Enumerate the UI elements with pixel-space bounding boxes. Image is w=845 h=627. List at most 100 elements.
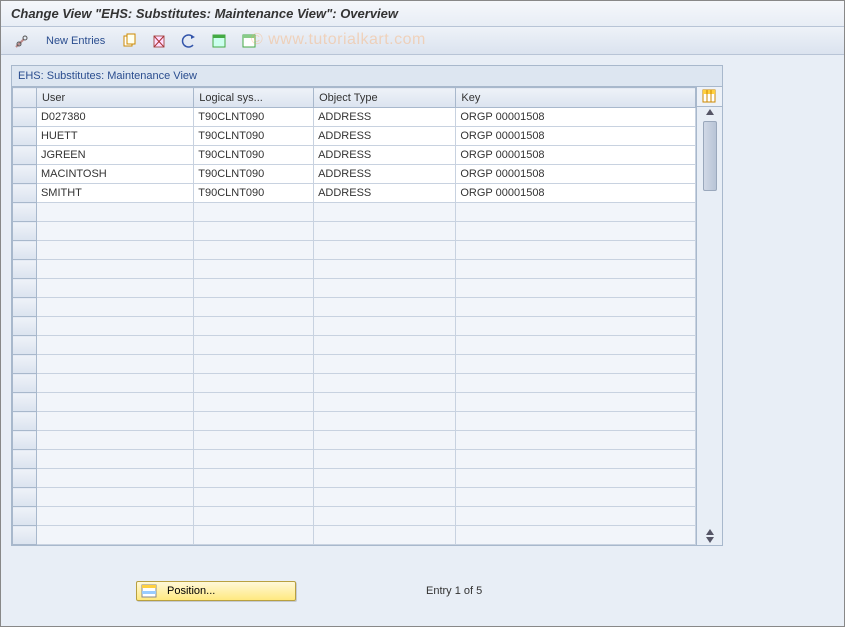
cell-empty[interactable]: [456, 317, 696, 336]
table-row-empty[interactable]: [13, 336, 696, 355]
cell-empty[interactable]: [456, 355, 696, 374]
cell-empty[interactable]: [456, 203, 696, 222]
cell-empty[interactable]: [456, 488, 696, 507]
cell-empty[interactable]: [36, 393, 193, 412]
cell-key[interactable]: ORGP 00001508: [456, 108, 696, 127]
table-row[interactable]: MACINTOSHT90CLNT090ADDRESSORGP 00001508: [13, 165, 696, 184]
row-selector[interactable]: [13, 184, 37, 203]
cell-empty[interactable]: [456, 241, 696, 260]
cell-empty[interactable]: [314, 317, 456, 336]
cell-empty[interactable]: [36, 355, 193, 374]
deselect-all-button[interactable]: [236, 31, 262, 51]
cell-empty[interactable]: [36, 298, 193, 317]
cell-user[interactable]: D027380: [36, 108, 193, 127]
cell-user[interactable]: MACINTOSH: [36, 165, 193, 184]
cell-key[interactable]: ORGP 00001508: [456, 184, 696, 203]
cell-empty[interactable]: [314, 450, 456, 469]
cell-empty[interactable]: [194, 203, 314, 222]
cell-logical-system[interactable]: T90CLNT090: [194, 165, 314, 184]
row-selector[interactable]: [13, 507, 37, 526]
cell-empty[interactable]: [36, 412, 193, 431]
cell-object-type[interactable]: ADDRESS: [314, 108, 456, 127]
cell-empty[interactable]: [36, 241, 193, 260]
row-selector[interactable]: [13, 374, 37, 393]
cell-empty[interactable]: [456, 526, 696, 545]
table-row-empty[interactable]: [13, 260, 696, 279]
table-row-empty[interactable]: [13, 241, 696, 260]
cell-empty[interactable]: [456, 431, 696, 450]
cell-user[interactable]: HUETT: [36, 127, 193, 146]
table-row-empty[interactable]: [13, 317, 696, 336]
col-header-object-type[interactable]: Object Type: [314, 88, 456, 108]
table-row-empty[interactable]: [13, 222, 696, 241]
cell-empty[interactable]: [456, 298, 696, 317]
cell-empty[interactable]: [314, 260, 456, 279]
cell-empty[interactable]: [314, 203, 456, 222]
cell-empty[interactable]: [314, 507, 456, 526]
cell-empty[interactable]: [456, 412, 696, 431]
table-row-empty[interactable]: [13, 469, 696, 488]
cell-key[interactable]: ORGP 00001508: [456, 165, 696, 184]
cell-empty[interactable]: [314, 526, 456, 545]
row-selector[interactable]: [13, 317, 37, 336]
undo-button[interactable]: [176, 31, 202, 51]
cell-empty[interactable]: [194, 488, 314, 507]
table-row-empty[interactable]: [13, 374, 696, 393]
row-selector[interactable]: [13, 127, 37, 146]
cell-empty[interactable]: [456, 450, 696, 469]
row-selector[interactable]: [13, 431, 37, 450]
cell-empty[interactable]: [314, 488, 456, 507]
cell-empty[interactable]: [36, 507, 193, 526]
cell-empty[interactable]: [194, 450, 314, 469]
cell-empty[interactable]: [36, 317, 193, 336]
cell-logical-system[interactable]: T90CLNT090: [194, 127, 314, 146]
col-header-user[interactable]: User: [36, 88, 193, 108]
cell-empty[interactable]: [36, 469, 193, 488]
selector-header[interactable]: [13, 88, 37, 108]
cell-empty[interactable]: [36, 488, 193, 507]
table-row[interactable]: JGREENT90CLNT090ADDRESSORGP 00001508: [13, 146, 696, 165]
cell-empty[interactable]: [194, 374, 314, 393]
cell-empty[interactable]: [456, 374, 696, 393]
cell-object-type[interactable]: ADDRESS: [314, 165, 456, 184]
row-selector[interactable]: [13, 260, 37, 279]
table-row-empty[interactable]: [13, 526, 696, 545]
cell-object-type[interactable]: ADDRESS: [314, 184, 456, 203]
cell-empty[interactable]: [36, 203, 193, 222]
cell-logical-system[interactable]: T90CLNT090: [194, 146, 314, 165]
cell-object-type[interactable]: ADDRESS: [314, 146, 456, 165]
cell-empty[interactable]: [36, 279, 193, 298]
scroll-up-icon[interactable]: [706, 109, 714, 115]
cell-user[interactable]: SMITHT: [36, 184, 193, 203]
table-row-empty[interactable]: [13, 279, 696, 298]
table-row-empty[interactable]: [13, 507, 696, 526]
row-selector[interactable]: [13, 336, 37, 355]
cell-empty[interactable]: [194, 241, 314, 260]
cell-empty[interactable]: [194, 336, 314, 355]
col-header-logical-system[interactable]: Logical sys...: [194, 88, 314, 108]
copy-as-button[interactable]: [116, 31, 142, 51]
cell-empty[interactable]: [456, 507, 696, 526]
new-entries-button[interactable]: New Entries: [39, 31, 112, 51]
row-selector[interactable]: [13, 146, 37, 165]
table-row-empty[interactable]: [13, 298, 696, 317]
cell-empty[interactable]: [314, 355, 456, 374]
cell-empty[interactable]: [194, 526, 314, 545]
cell-empty[interactable]: [314, 336, 456, 355]
cell-empty[interactable]: [314, 222, 456, 241]
cell-empty[interactable]: [36, 222, 193, 241]
cell-empty[interactable]: [194, 507, 314, 526]
cell-empty[interactable]: [456, 393, 696, 412]
row-selector[interactable]: [13, 412, 37, 431]
table-row[interactable]: HUETTT90CLNT090ADDRESSORGP 00001508: [13, 127, 696, 146]
cell-empty[interactable]: [314, 469, 456, 488]
cell-object-type[interactable]: ADDRESS: [314, 127, 456, 146]
table-row-empty[interactable]: [13, 450, 696, 469]
cell-empty[interactable]: [36, 260, 193, 279]
cell-empty[interactable]: [36, 336, 193, 355]
row-selector[interactable]: [13, 526, 37, 545]
cell-empty[interactable]: [456, 279, 696, 298]
row-selector[interactable]: [13, 279, 37, 298]
scroll-page-up-icon[interactable]: [706, 529, 714, 535]
cell-empty[interactable]: [194, 260, 314, 279]
